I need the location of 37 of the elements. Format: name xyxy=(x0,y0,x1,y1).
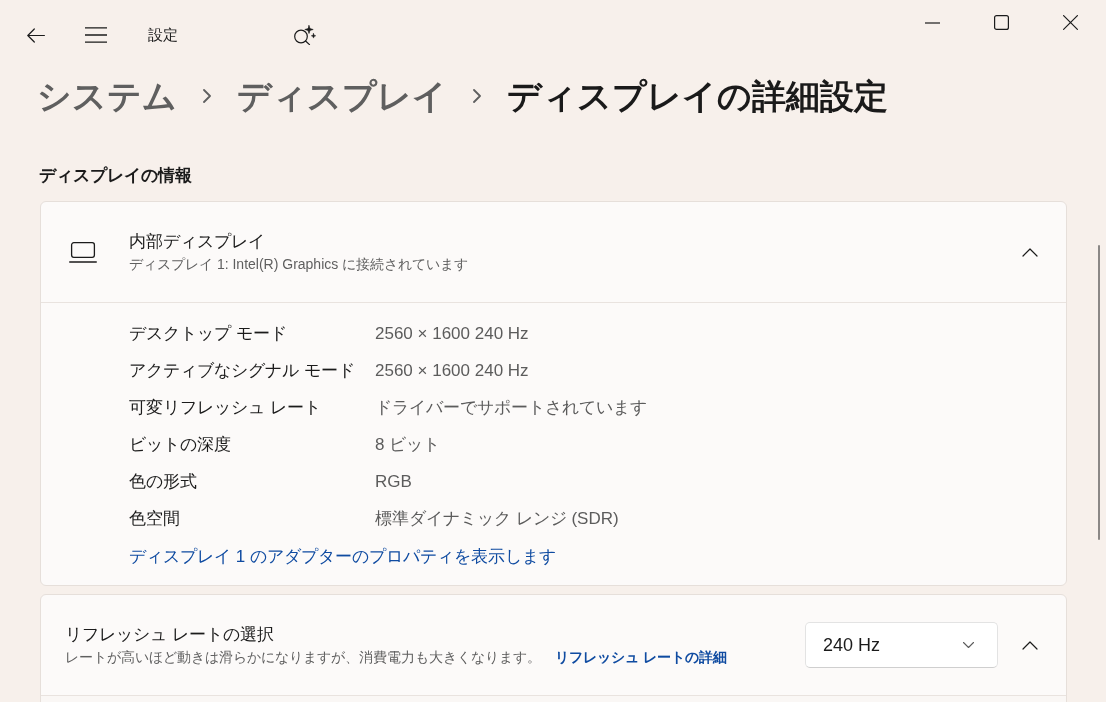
display-connection: ディスプレイ 1: Intel(R) Graphics に接続されています xyxy=(129,255,469,274)
menu-icon[interactable] xyxy=(85,27,107,43)
property-value: 標準ダイナミック レンジ (SDR) xyxy=(375,507,619,530)
adapter-properties-link[interactable]: ディスプレイ 1 のアダプターのプロパティを表示します xyxy=(129,544,556,570)
close-icon[interactable] xyxy=(1063,15,1078,30)
breadcrumb-link[interactable]: システム xyxy=(37,73,177,119)
property-label: ビットの深度 xyxy=(129,433,231,456)
chevron-up-icon[interactable] xyxy=(1022,247,1038,257)
chevron-down-icon xyxy=(963,642,974,648)
property-label: 可変リフレッシュ レート xyxy=(129,396,321,419)
laptop-icon xyxy=(69,241,97,263)
property-value: 8 ビット xyxy=(375,433,441,456)
property-value: 2560 × 1600 240 Hz xyxy=(375,359,529,382)
chevron-right-icon xyxy=(203,89,211,103)
search-icon[interactable] xyxy=(293,25,316,45)
scrollbar-thumb[interactable] xyxy=(1098,245,1100,540)
back-icon[interactable] xyxy=(27,27,45,43)
display-name: 内部ディスプレイ xyxy=(129,231,265,253)
minimize-icon[interactable] xyxy=(925,21,940,24)
property-value: 2560 × 1600 240 Hz xyxy=(375,322,529,345)
chevron-right-icon xyxy=(473,89,481,103)
window-title: 設定 xyxy=(148,25,178,45)
property-label: アクティブなシグナル モード xyxy=(129,359,355,382)
property-value: RGB xyxy=(375,470,412,493)
maximize-icon[interactable] xyxy=(994,15,1009,30)
refresh-rate-dropdown[interactable]: 240 Hz xyxy=(805,622,998,668)
refresh-rate-description: レートが高いほど動きは滑らかになりますが、消費電力も大きくなります。 xyxy=(65,648,541,667)
refresh-rate-details-link[interactable]: リフレッシュ レートの詳細 xyxy=(555,647,727,667)
page-title: ディスプレイの詳細設定 xyxy=(507,76,888,117)
property-value: ドライバーでサポートされています xyxy=(375,396,647,419)
section-heading: ディスプレイの情報 xyxy=(39,165,192,187)
property-label: デスクトップ モード xyxy=(129,322,287,345)
breadcrumb-link[interactable]: ディスプレイ xyxy=(237,73,447,119)
chevron-up-icon[interactable] xyxy=(1022,640,1038,650)
property-label: 色空間 xyxy=(129,507,180,530)
property-label: 色の形式 xyxy=(129,470,197,493)
refresh-rate-title: リフレッシュ レートの選択 xyxy=(65,624,274,646)
